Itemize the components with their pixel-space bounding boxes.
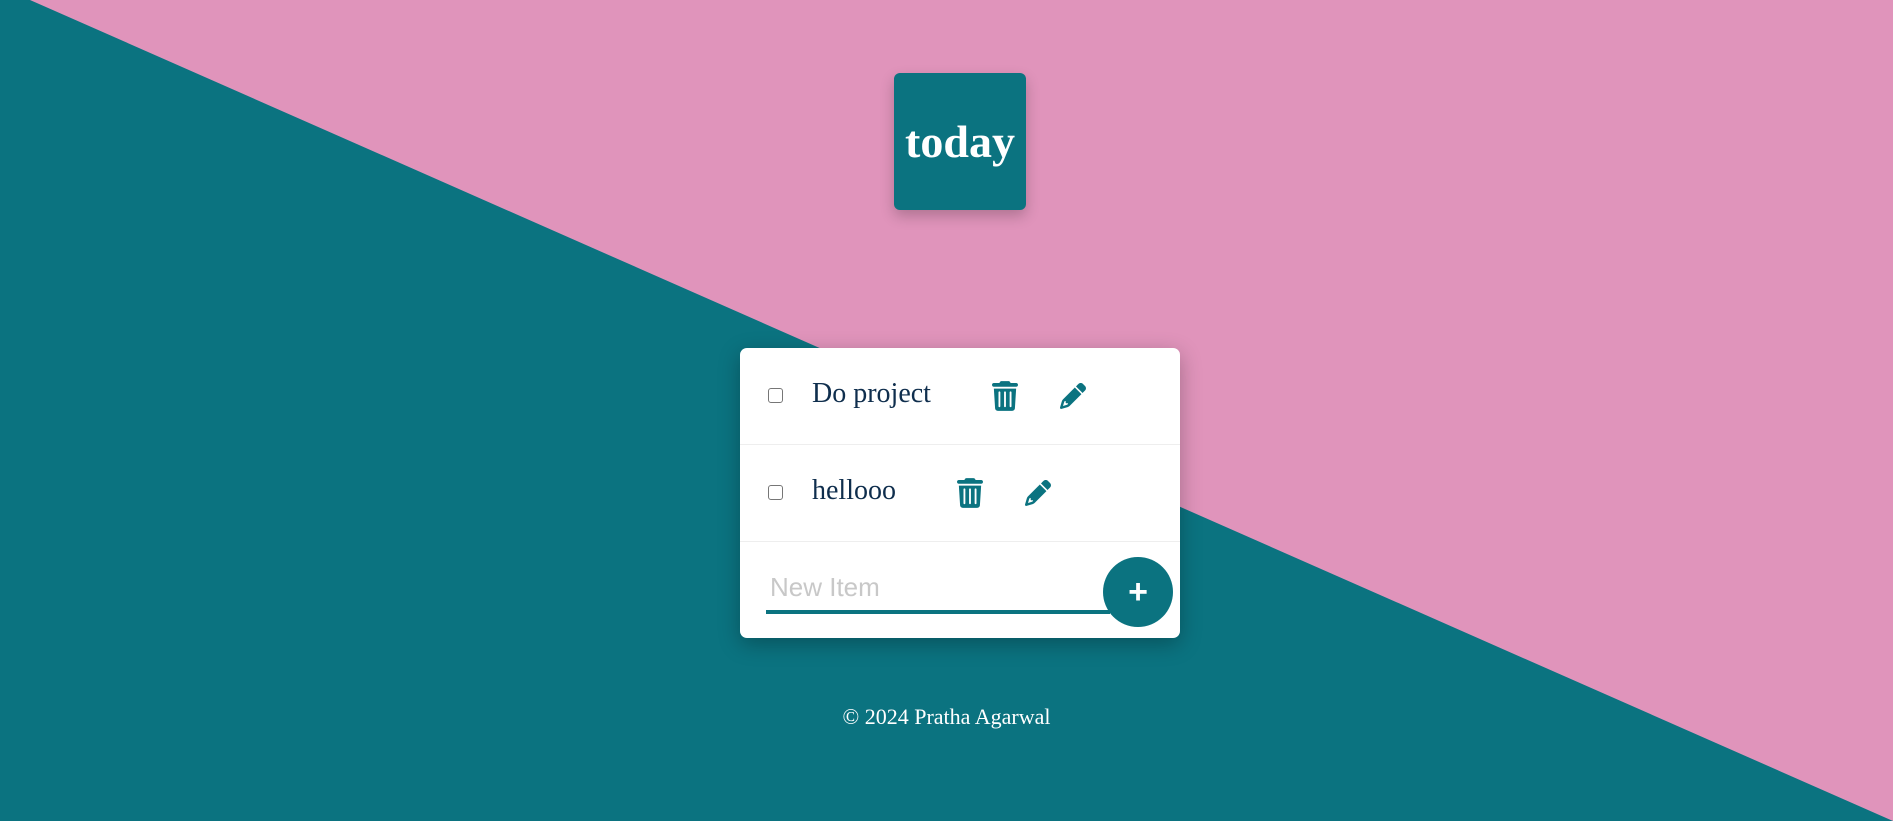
list-item: hellooo (740, 445, 1180, 542)
todo-card: Do project hellooo + (740, 348, 1180, 638)
item-checkbox[interactable] (768, 485, 783, 500)
page-title: today (905, 116, 1015, 167)
footer-copyright: © 2024 Pratha Agarwal (842, 704, 1051, 729)
pencil-icon-svg (1060, 382, 1086, 409)
trash-icon[interactable] (990, 380, 1020, 412)
heading-box: today (894, 73, 1026, 210)
add-item-button[interactable]: + (1103, 557, 1173, 627)
trash-icon-svg (957, 478, 983, 508)
item-label: Do project (812, 378, 931, 409)
new-item-form: + (740, 542, 1180, 638)
trash-icon-svg (992, 381, 1018, 411)
pencil-icon-svg (1025, 479, 1051, 506)
pencil-icon[interactable] (1023, 477, 1053, 509)
item-label: hellooo (812, 475, 896, 506)
list-item: Do project (740, 348, 1180, 445)
new-item-input[interactable] (766, 564, 1110, 614)
pencil-icon[interactable] (1058, 380, 1088, 412)
item-checkbox[interactable] (768, 388, 783, 403)
trash-icon[interactable] (955, 477, 985, 509)
